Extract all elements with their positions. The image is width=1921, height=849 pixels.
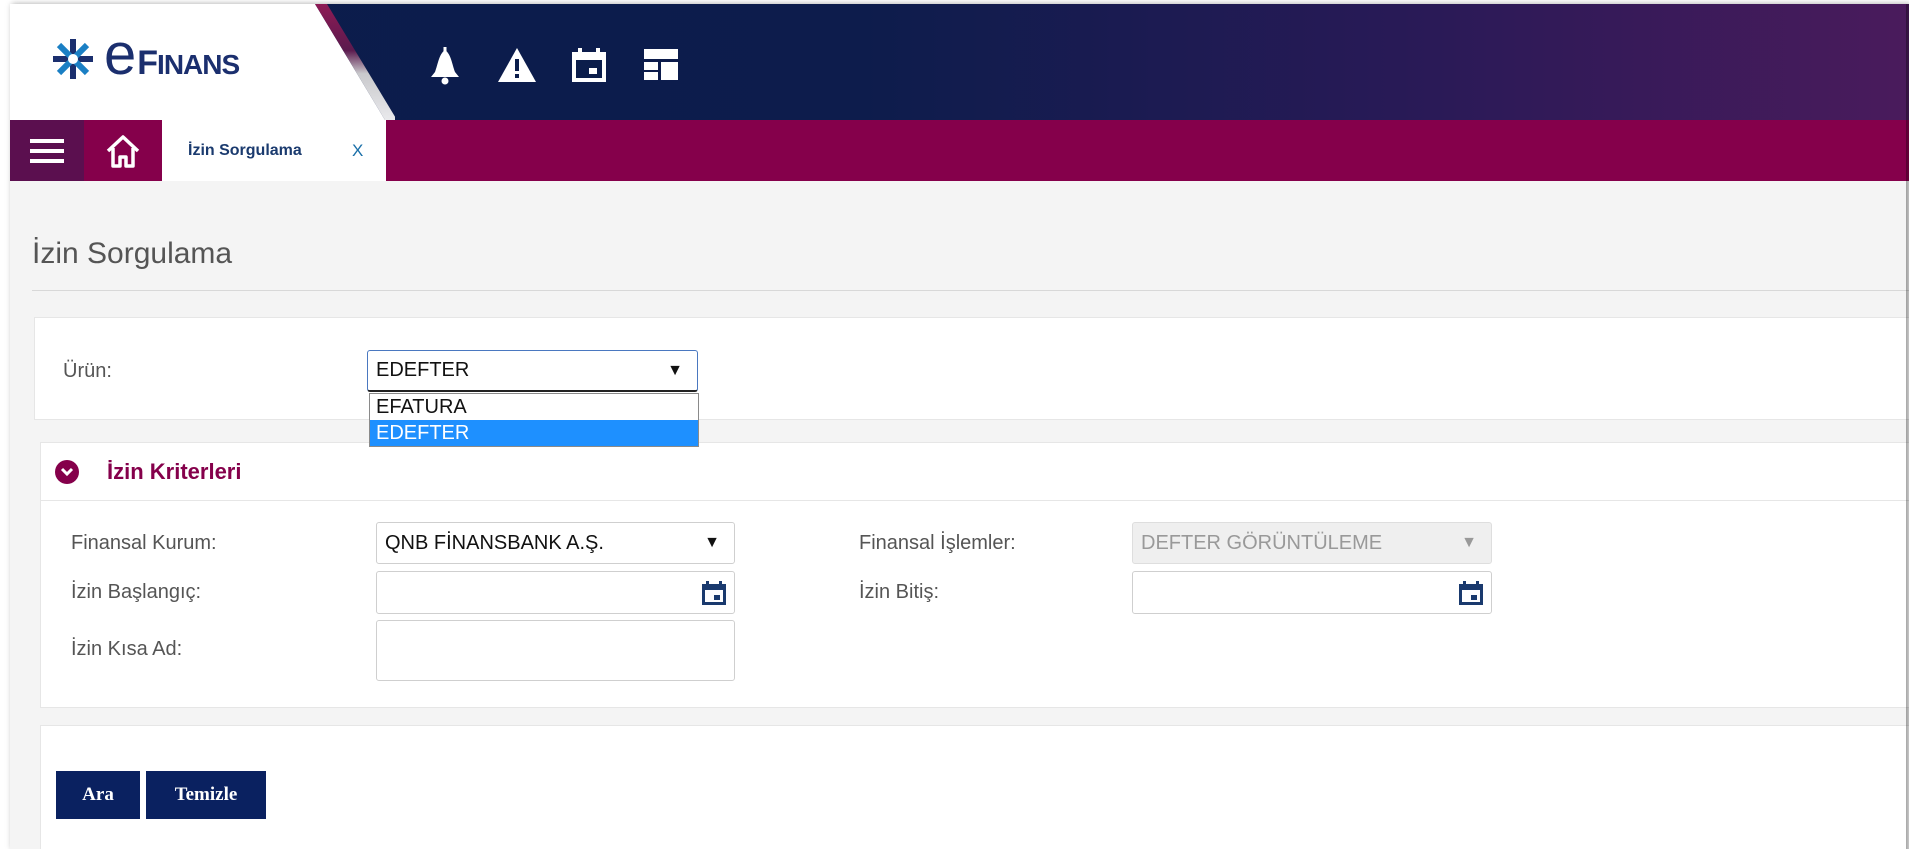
tab-label: İzin Sorgulama [188,141,302,159]
finansal-islemler-value: DEFTER GÖRÜNTÜLEME [1141,531,1383,554]
urun-selected-value: EDEFTER [376,359,470,381]
warning-icon[interactable] [496,44,538,86]
criteria-header[interactable]: İzin Kriterleri [41,443,1909,501]
izin-kisa-ad-label: İzin Kısa Ad: [71,638,183,660]
logo-star-icon [53,39,93,79]
urun-option-edefter[interactable]: EDEFTER [370,420,698,446]
search-button[interactable]: Ara [56,771,140,819]
hamburger-menu-button[interactable] [10,120,84,181]
criteria-title: İzin Kriterleri [107,459,242,484]
efinans-logo[interactable]: e F INANS [48,22,240,87]
izin-kisa-ad-textarea[interactable] [376,620,735,681]
urun-label: Ürün: [63,360,112,382]
page-title: İzin Sorgulama [32,237,233,270]
title-divider [32,290,1909,291]
collapse-chevron-icon[interactable] [55,460,79,484]
criteria-panel: İzin Kriterleri [40,442,1909,708]
urun-option-efatura[interactable]: EFATURA [370,394,698,420]
finansal-islemler-select[interactable]: DEFTER GÖRÜNTÜLEME ▼ [1132,522,1492,564]
clear-button[interactable]: Temizle [146,771,266,819]
logo-f: F [137,44,158,82]
finansal-kurum-label: Finansal Kurum: [71,532,217,554]
calendar-icon[interactable] [1457,579,1485,607]
tab-close-button[interactable]: X [352,141,363,161]
actions-panel [40,725,1909,849]
bell-icon[interactable] [424,44,466,86]
logo-e: e [104,22,136,87]
finansal-islemler-label: Finansal İşlemler: [859,532,1016,554]
izin-bitis-input[interactable] [1132,571,1492,614]
hamburger-icon [30,138,64,163]
dropdown-arrow-icon: ▼ [704,534,720,551]
dropdown-arrow-icon: ▼ [1461,534,1477,551]
nav-bar: İzin Sorgulama X [10,120,1909,181]
izin-bitis-label: İzin Bitiş: [859,581,940,603]
finansal-kurum-select[interactable]: QNB FİNANSBANK A.Ş. ▼ [376,522,735,564]
right-edge [1909,0,1921,849]
izin-baslangic-input[interactable] [376,571,735,614]
urun-dropdown-list: EFATURA EDEFTER [369,393,699,447]
dropdown-arrow-icon: ▼ [667,361,683,379]
calendar-icon[interactable] [700,579,728,607]
urun-select[interactable]: EDEFTER ▼ [367,350,698,392]
home-button[interactable] [86,120,160,181]
logo-rest: INANS [157,49,240,80]
top-header: e F INANS [10,4,1909,120]
finansal-kurum-value: QNB FİNANSBANK A.Ş. [385,531,604,554]
product-panel [34,317,1909,420]
calendar-icon[interactable] [568,44,610,86]
izin-baslangic-label: İzin Başlangıç: [71,581,202,603]
home-icon [106,134,140,168]
layout-icon[interactable] [640,44,682,86]
app-window: e F INANS İzin Sorgulama X İzin Sorgulam… [10,4,1909,849]
tab-izin-sorgulama[interactable]: İzin Sorgulama X [162,120,386,181]
